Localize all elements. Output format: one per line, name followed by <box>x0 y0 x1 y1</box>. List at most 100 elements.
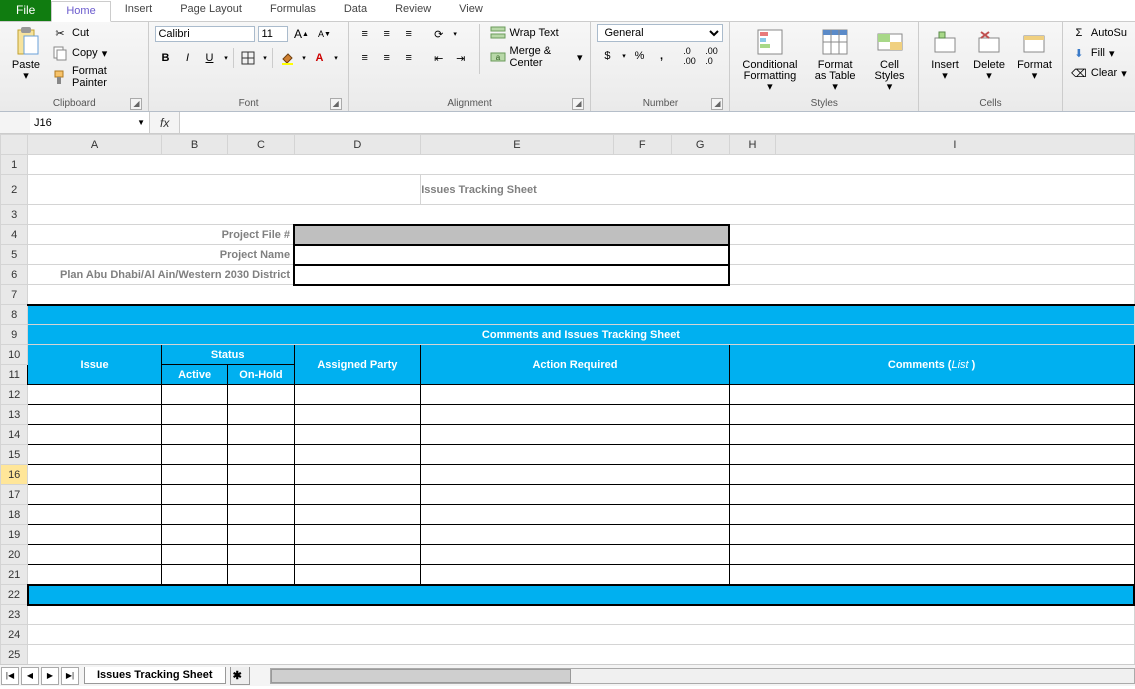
borders-button[interactable] <box>238 48 258 68</box>
comma-button[interactable]: , <box>651 46 671 66</box>
row-header[interactable]: 12 <box>1 385 28 405</box>
font-color-button[interactable]: A <box>309 48 329 68</box>
col-header[interactable]: D <box>294 135 421 155</box>
clear-button[interactable]: ⌫Clear ▾ <box>1069 64 1129 82</box>
align-left-button[interactable]: ≡ <box>355 48 375 68</box>
plan-input[interactable] <box>294 265 729 285</box>
row-header[interactable]: 19 <box>1 525 28 545</box>
cut-button[interactable]: ✂ Cut <box>50 24 142 42</box>
tab-nav-last[interactable]: ▶| <box>61 667 79 685</box>
select-all-corner[interactable] <box>1 135 28 155</box>
autosum-button[interactable]: ΣAutoSu <box>1069 24 1129 42</box>
row-header[interactable]: 15 <box>1 445 28 465</box>
row-header[interactable]: 9 <box>1 325 28 345</box>
col-header[interactable]: F <box>613 135 671 155</box>
name-box-dropdown[interactable]: ▼ <box>137 118 145 127</box>
delete-cells-button[interactable]: Delete▾ <box>969 24 1009 84</box>
decrease-indent-button[interactable]: ⇤ <box>429 48 449 68</box>
borders-dropdown[interactable]: ▾ <box>260 48 268 68</box>
row-header[interactable]: 5 <box>1 245 28 265</box>
tab-insert[interactable]: Insert <box>111 0 167 21</box>
underline-dropdown[interactable]: ▾ <box>221 48 229 68</box>
fx-icon[interactable]: fx <box>150 116 179 130</box>
row-header[interactable]: 24 <box>1 625 28 645</box>
row-header[interactable]: 14 <box>1 425 28 445</box>
accounting-button[interactable]: $ <box>597 46 617 66</box>
align-top-button[interactable]: ≡ <box>355 24 375 44</box>
col-header[interactable]: G <box>671 135 729 155</box>
row-header[interactable]: 8 <box>1 305 28 325</box>
scrollbar-thumb[interactable] <box>271 669 571 683</box>
row-header[interactable]: 23 <box>1 605 28 625</box>
align-bottom-button[interactable]: ≡ <box>399 24 419 44</box>
font-dialog-launcher[interactable]: ◢ <box>330 98 342 110</box>
format-as-table-button[interactable]: Formatas Table ▾ <box>807 24 863 95</box>
tab-page-layout[interactable]: Page Layout <box>166 0 256 21</box>
tab-nav-prev[interactable]: ◀ <box>21 667 39 685</box>
row-header[interactable]: 13 <box>1 405 28 425</box>
tab-home[interactable]: Home <box>51 1 110 22</box>
number-format-combo[interactable]: General <box>597 24 723 42</box>
wrap-text-button[interactable]: Wrap Text <box>488 24 585 42</box>
decrease-font-button[interactable]: A▼ <box>314 24 334 44</box>
font-color-dropdown[interactable]: ▾ <box>331 48 339 68</box>
italic-button[interactable]: I <box>177 48 197 68</box>
align-middle-button[interactable]: ≡ <box>377 24 397 44</box>
row-header[interactable]: 18 <box>1 505 28 525</box>
row-header[interactable]: 4 <box>1 225 28 245</box>
formula-input[interactable] <box>179 112 1135 133</box>
row-header[interactable]: 16 <box>1 465 28 485</box>
align-center-button[interactable]: ≡ <box>377 48 397 68</box>
insert-cells-button[interactable]: Insert▾ <box>925 24 965 84</box>
col-header[interactable]: E <box>421 135 614 155</box>
tab-view[interactable]: View <box>445 0 497 21</box>
percent-button[interactable]: % <box>629 46 649 66</box>
accounting-dropdown[interactable]: ▾ <box>619 46 627 66</box>
row-header[interactable]: 6 <box>1 265 28 285</box>
font-size-combo[interactable] <box>258 26 288 42</box>
increase-indent-button[interactable]: ⇥ <box>451 48 471 68</box>
tab-file[interactable]: File <box>0 0 51 21</box>
col-header[interactable]: C <box>228 135 294 155</box>
tab-review[interactable]: Review <box>381 0 445 21</box>
row-header[interactable]: 3 <box>1 205 28 225</box>
row-header[interactable]: 25 <box>1 645 28 665</box>
number-dialog-launcher[interactable]: ◢ <box>711 98 723 110</box>
copy-button[interactable]: Copy ▾ <box>50 44 142 62</box>
tab-nav-first[interactable]: |◀ <box>1 667 19 685</box>
tab-data[interactable]: Data <box>330 0 381 21</box>
tab-nav-next[interactable]: ▶ <box>41 667 59 685</box>
row-header[interactable]: 22 <box>1 585 28 605</box>
clipboard-dialog-launcher[interactable]: ◢ <box>130 98 142 110</box>
format-painter-button[interactable]: Format Painter <box>50 64 142 90</box>
format-cells-button[interactable]: Format▾ <box>1013 24 1056 84</box>
sheet-tab-new[interactable]: ✱ <box>230 667 250 685</box>
paste-button[interactable]: Paste▾ <box>6 24 46 84</box>
cell-styles-button[interactable]: CellStyles ▾ <box>867 24 912 95</box>
sheet-tab-active[interactable]: Issues Tracking Sheet <box>84 667 226 684</box>
align-right-button[interactable]: ≡ <box>399 48 419 68</box>
col-header[interactable]: B <box>161 135 228 155</box>
conditional-formatting-button[interactable]: ConditionalFormatting ▾ <box>736 24 803 95</box>
font-name-combo[interactable] <box>155 26 255 42</box>
project-file-input[interactable] <box>294 225 729 245</box>
worksheet[interactable]: A B C D E F G H I 1 2Issues Tracking She… <box>0 134 1135 664</box>
name-box[interactable]: J16 ▼ <box>30 112 150 133</box>
row-header[interactable]: 1 <box>1 155 28 175</box>
tab-formulas[interactable]: Formulas <box>256 0 330 21</box>
col-header[interactable]: H <box>729 135 776 155</box>
row-header[interactable]: 2 <box>1 175 28 205</box>
decrease-decimal-button[interactable]: .00.0 <box>701 46 721 66</box>
row-header[interactable]: 11 <box>1 365 28 385</box>
merge-center-button[interactable]: a Merge & Center ▾ <box>488 44 585 70</box>
col-header[interactable]: I <box>776 135 1134 155</box>
fill-color-button[interactable] <box>277 48 297 68</box>
orientation-button[interactable]: ⟳ <box>429 24 449 44</box>
increase-decimal-button[interactable]: .0.00 <box>679 46 699 66</box>
row-header[interactable]: 20 <box>1 545 28 565</box>
grid[interactable]: A B C D E F G H I 1 2Issues Tracking She… <box>0 134 1135 664</box>
underline-button[interactable]: U <box>199 48 219 68</box>
row-header[interactable]: 17 <box>1 485 28 505</box>
col-header[interactable]: A <box>28 135 161 155</box>
increase-font-button[interactable]: A▲ <box>291 24 311 44</box>
